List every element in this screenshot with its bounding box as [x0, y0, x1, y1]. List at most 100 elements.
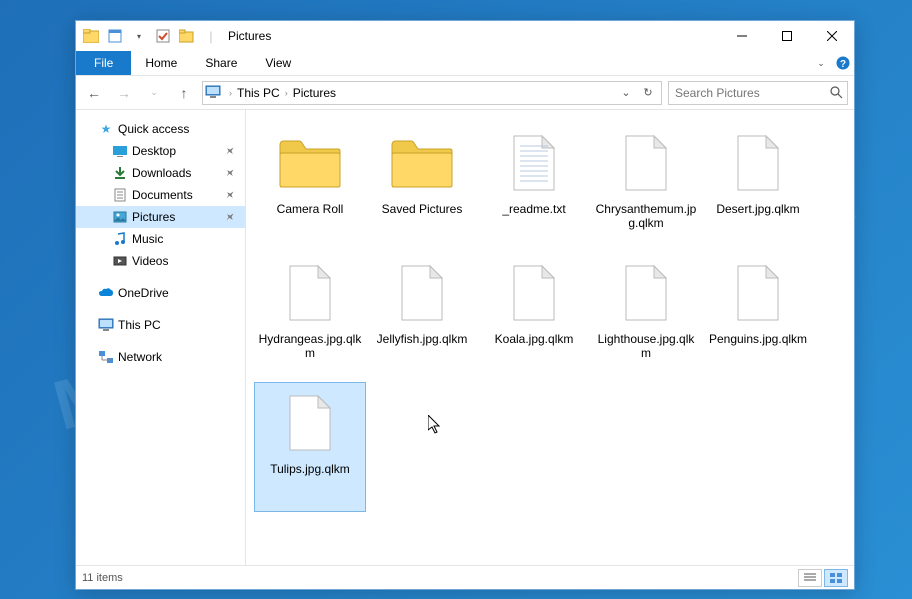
recent-dropdown-icon[interactable]: ⌄ [142, 81, 166, 105]
icons-view-button[interactable] [824, 569, 848, 587]
file-icon [499, 258, 569, 328]
downloads-icon [112, 166, 128, 180]
file-item[interactable]: Lighthouse.jpg.qlkm [590, 252, 702, 382]
explorer-window: ▾ | Pictures File Home Share View ⌄ ? [75, 20, 855, 590]
file-item[interactable]: Koala.jpg.qlkm [478, 252, 590, 382]
videos-icon [112, 255, 128, 267]
folder-item[interactable]: Saved Pictures [366, 122, 478, 252]
search-input[interactable] [675, 86, 830, 100]
qat-properties-icon[interactable] [104, 25, 126, 47]
pin-icon [223, 188, 237, 202]
qat-separator: | [200, 25, 222, 47]
item-label: _readme.txt [502, 202, 565, 216]
sidebar-thispc[interactable]: This PC [76, 314, 245, 336]
item-label: Koala.jpg.qlkm [495, 332, 574, 346]
sidebar-item-label: Downloads [132, 166, 191, 180]
sidebar-item-label: Desktop [132, 144, 176, 158]
file-item[interactable]: Penguins.jpg.qlkm [702, 252, 814, 382]
sidebar-label: Quick access [118, 122, 189, 136]
search-icon[interactable] [830, 86, 843, 99]
sidebar-item-downloads[interactable]: Downloads [76, 162, 245, 184]
sidebar-onedrive[interactable]: OneDrive [76, 282, 245, 304]
item-label: Camera Roll [277, 202, 344, 216]
file-item[interactable]: _readme.txt [478, 122, 590, 252]
item-label: Lighthouse.jpg.qlkm [594, 332, 698, 360]
documents-icon [112, 188, 128, 202]
qat-newfolder-icon[interactable] [176, 25, 198, 47]
file-tab[interactable]: File [76, 51, 131, 75]
pin-icon [223, 166, 237, 180]
item-label: Desert.jpg.qlkm [716, 202, 799, 216]
item-label: Tulips.jpg.qlkm [270, 462, 350, 476]
back-button[interactable]: ← [82, 81, 106, 105]
status-bar: 11 items [76, 565, 854, 589]
item-label: Penguins.jpg.qlkm [709, 332, 807, 346]
close-button[interactable] [809, 21, 854, 51]
star-icon: ★ [98, 122, 114, 136]
explorer-app-icon [80, 25, 102, 47]
qat-checkbox-icon[interactable] [152, 25, 174, 47]
file-item[interactable]: Jellyfish.jpg.qlkm [366, 252, 478, 382]
forward-button[interactable]: → [112, 81, 136, 105]
navigation-pane: ★ Quick access Desktop Downloads Documents… [76, 110, 246, 565]
file-icon [387, 258, 457, 328]
thispc-icon [205, 85, 223, 101]
maximize-button[interactable] [764, 21, 809, 51]
breadcrumb-thispc[interactable]: This PC [234, 86, 283, 100]
pin-icon [223, 210, 237, 224]
file-icon [499, 128, 569, 198]
sidebar-item-desktop[interactable]: Desktop [76, 140, 245, 162]
sidebar-label: This PC [118, 318, 161, 332]
ribbon-tabs: File Home Share View ⌄ ? [76, 51, 854, 76]
tab-share[interactable]: Share [191, 51, 251, 75]
folder-icon [275, 128, 345, 198]
sidebar-item-label: Pictures [132, 210, 175, 224]
chevron-right-icon[interactable]: › [227, 88, 234, 98]
breadcrumb-pictures[interactable]: Pictures [290, 86, 339, 100]
monitor-icon [98, 318, 114, 332]
sidebar-item-label: Music [132, 232, 163, 246]
sidebar-item-label: Videos [132, 254, 168, 268]
pin-icon [223, 144, 237, 158]
minimize-button[interactable] [719, 21, 764, 51]
svg-text:?: ? [840, 59, 846, 70]
window-title: Pictures [228, 29, 271, 43]
sidebar-quick-access[interactable]: ★ Quick access [76, 118, 245, 140]
sidebar-item-music[interactable]: Music [76, 228, 245, 250]
sidebar-item-videos[interactable]: Videos [76, 250, 245, 272]
file-list[interactable]: Camera Roll Saved Pictures _readme.txt Chry… [246, 110, 854, 565]
navigation-bar: ← → ⌄ ↑ › This PC › Pictures ⌄ ↻ [76, 76, 854, 110]
refresh-icon[interactable]: ↻ [637, 86, 659, 99]
sidebar-item-documents[interactable]: Documents [76, 184, 245, 206]
folder-item[interactable]: Camera Roll [254, 122, 366, 252]
network-icon [98, 350, 114, 364]
cloud-icon [98, 287, 114, 299]
address-bar[interactable]: › This PC › Pictures ⌄ ↻ [202, 81, 662, 105]
file-icon [275, 388, 345, 458]
sidebar-item-pictures[interactable]: Pictures [76, 206, 245, 228]
file-item[interactable]: Hydrangeas.jpg.qlkm [254, 252, 366, 382]
file-icon [275, 258, 345, 328]
tab-home[interactable]: Home [131, 51, 191, 75]
sidebar-label: OneDrive [118, 286, 169, 300]
item-label: Hydrangeas.jpg.qlkm [258, 332, 362, 360]
file-icon [723, 128, 793, 198]
sidebar-network[interactable]: Network [76, 346, 245, 368]
file-item[interactable]: Chrysanthemum.jpg.qlkm [590, 122, 702, 252]
file-item[interactable]: Desert.jpg.qlkm [702, 122, 814, 252]
ribbon-expand-icon[interactable]: ⌄ [810, 51, 832, 75]
item-label: Saved Pictures [382, 202, 463, 216]
quick-access-toolbar: ▾ | [76, 25, 222, 47]
file-icon [611, 128, 681, 198]
help-icon[interactable]: ? [832, 51, 854, 75]
details-view-button[interactable] [798, 569, 822, 587]
search-box[interactable] [668, 81, 848, 105]
tab-view[interactable]: View [251, 51, 305, 75]
up-button[interactable]: ↑ [172, 81, 196, 105]
folder-icon [387, 128, 457, 198]
chevron-right-icon[interactable]: › [283, 88, 290, 98]
file-item[interactable]: Tulips.jpg.qlkm [254, 382, 366, 512]
qat-dropdown-icon[interactable]: ▾ [128, 25, 150, 47]
address-dropdown-icon[interactable]: ⌄ [615, 86, 637, 99]
music-icon [112, 232, 128, 246]
